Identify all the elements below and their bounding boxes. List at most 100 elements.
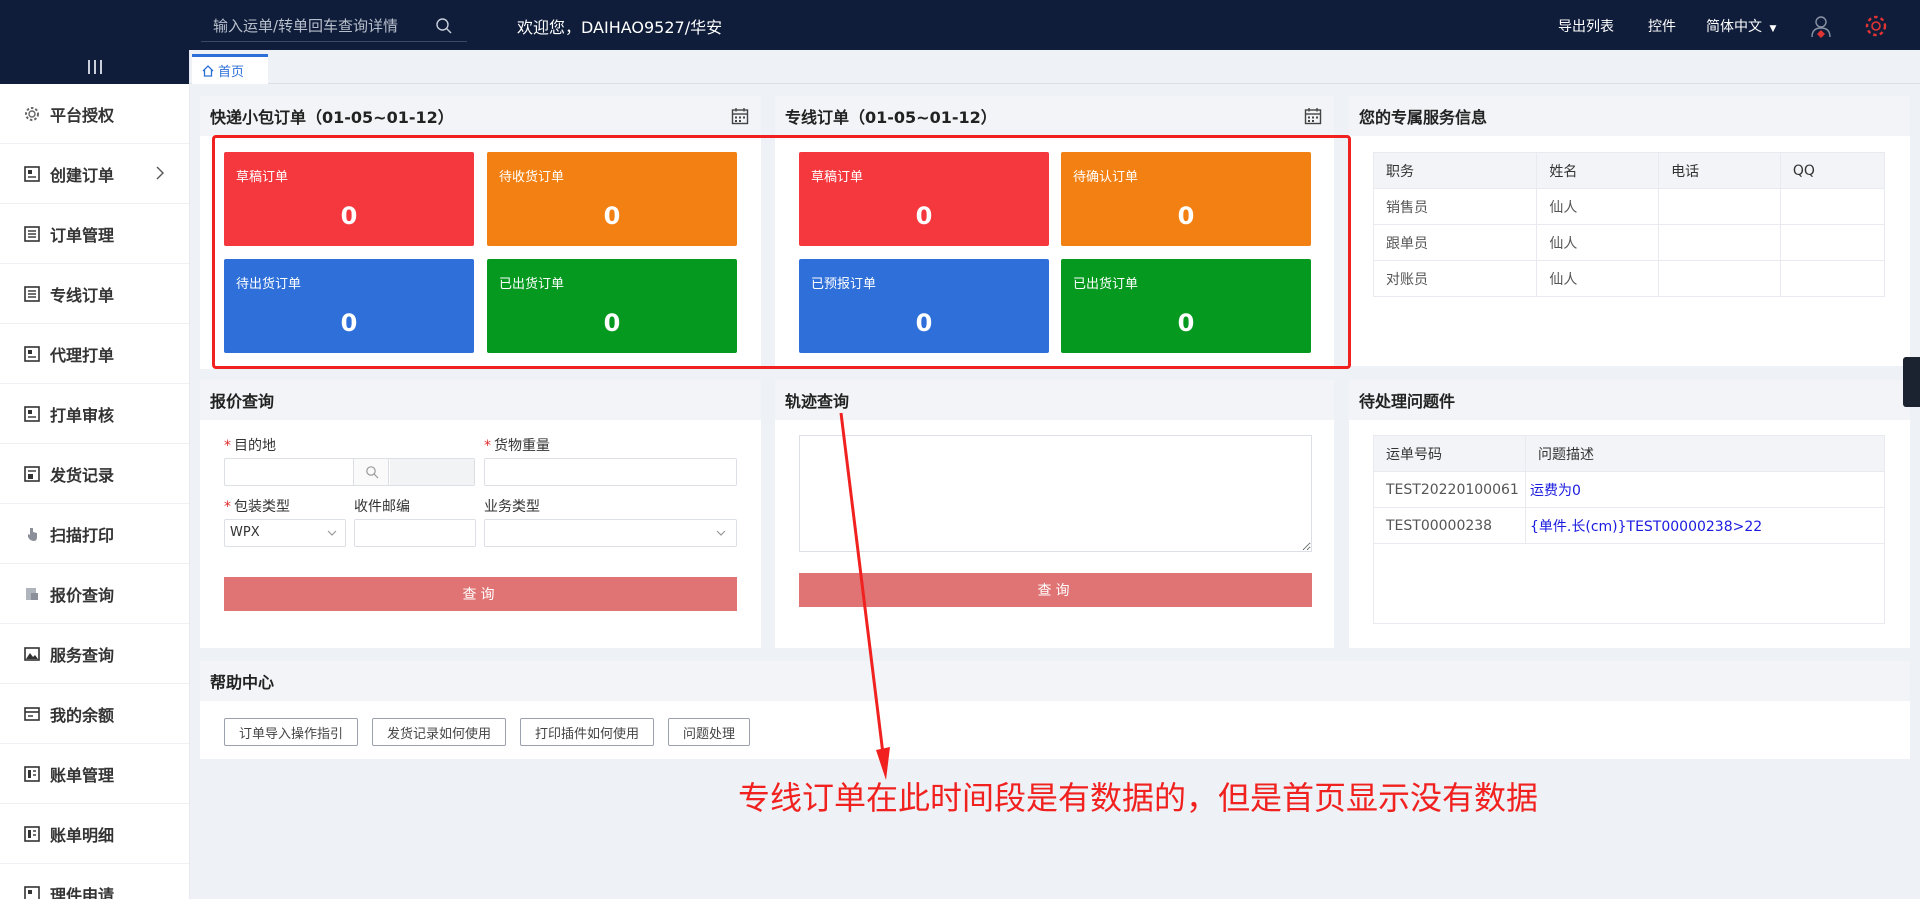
table-cell: 仙人 bbox=[1536, 260, 1660, 297]
draft-orders-tile[interactable]: 草稿订单 0 bbox=[799, 152, 1049, 246]
shipped-orders-tile[interactable]: 已出货订单 0 bbox=[1061, 259, 1311, 353]
sidebar-collapse-toggle[interactable] bbox=[0, 50, 189, 84]
sidebar-item-shipping-records[interactable]: 发货记录 bbox=[0, 444, 189, 504]
table-cell bbox=[1779, 224, 1886, 261]
column-header: QQ bbox=[1779, 152, 1886, 189]
express-orders-panel: 快递小包订单（01-05~01-12） 草稿订单 0 待收货订单 0 待出货订单… bbox=[200, 96, 761, 369]
sidebar-item-label: 打单审核 bbox=[50, 405, 115, 425]
sidebar-item-platform-auth[interactable]: 平台授权 bbox=[0, 84, 189, 144]
language-select[interactable]: 简体中文 ▼ bbox=[1706, 16, 1776, 36]
line-orders-panel: 专线订单（01-05~01-12） 草稿订单 0 待确认订单 0 已预报订单 0… bbox=[775, 96, 1334, 369]
panel-title: 帮助中心 bbox=[200, 661, 1910, 701]
sidebar-item-scan-print[interactable]: 扫描打印 bbox=[0, 504, 189, 564]
pending-shipment-orders-tile[interactable]: 待出货订单 0 bbox=[224, 259, 474, 353]
sidebar-item-label: 代理打单 bbox=[50, 345, 115, 365]
tile-label: 待出货订单 bbox=[236, 277, 302, 292]
sidebar-item-agent-print[interactable]: 代理打单 bbox=[0, 324, 189, 384]
tile-count: 0 bbox=[1177, 309, 1195, 337]
express-orders-title: 快递小包订单（01-05~01-12） bbox=[210, 108, 454, 127]
destination-label-text: 目的地 bbox=[234, 438, 276, 454]
side-scroll-handle[interactable] bbox=[1903, 357, 1920, 407]
sidebar: 平台授权 创建订单 订单管理 专线订单 代理打单 打单审核 发货记录 扫描打印 … bbox=[0, 50, 190, 899]
quote-query-button[interactable]: 查询 bbox=[224, 577, 737, 611]
export-list-link[interactable]: 导出列表 bbox=[1558, 16, 1614, 36]
sidebar-item-my-balance[interactable]: 我的余额 bbox=[0, 684, 189, 744]
search-icon[interactable] bbox=[435, 17, 453, 35]
tab-home[interactable]: 首页 bbox=[192, 54, 268, 84]
table-row: TEST00000238 {单件.长(cm)}TEST00000238>22 bbox=[1373, 507, 1885, 544]
calendar-icon[interactable] bbox=[1304, 107, 1322, 125]
issue-description-link[interactable]: 运费为0 bbox=[1525, 471, 1885, 508]
panel-title: 专线订单（01-05~01-12） bbox=[775, 96, 1334, 136]
tile-label: 草稿订单 bbox=[236, 170, 289, 185]
sidebar-item-label: 报价查询 bbox=[50, 585, 115, 605]
calendar-icon[interactable] bbox=[731, 107, 749, 125]
tab-label: 首页 bbox=[218, 65, 245, 80]
form-icon bbox=[24, 405, 40, 422]
table-header-row: 职务 姓名 电话 QQ bbox=[1372, 152, 1886, 189]
tile-count: 0 bbox=[340, 202, 358, 230]
pending-confirm-orders-tile[interactable]: 待确认订单 0 bbox=[1061, 152, 1311, 246]
package-type-label-text: 包装类型 bbox=[234, 499, 290, 515]
user-icon[interactable] bbox=[1808, 13, 1834, 39]
shipped-orders-tile[interactable]: 已出货订单 0 bbox=[487, 259, 737, 353]
draft-orders-tile[interactable]: 草稿订单 0 bbox=[224, 152, 474, 246]
sidebar-item-label: 理件申请 bbox=[50, 885, 115, 899]
help-order-import-guide-button[interactable]: 订单导入操作指引 bbox=[224, 718, 359, 746]
sidebar-item-label: 平台授权 bbox=[50, 105, 115, 125]
gear-icon bbox=[25, 106, 39, 121]
help-issue-handling-button[interactable]: 问题处理 bbox=[668, 718, 751, 746]
sidebar-item-quote-query[interactable]: 报价查询 bbox=[0, 564, 189, 624]
sidebar-item-bill-management[interactable]: 账单管理 bbox=[0, 744, 189, 804]
settings-gear-icon[interactable] bbox=[1863, 13, 1889, 39]
destination-input[interactable] bbox=[224, 458, 475, 486]
weight-label-text: 货物重量 bbox=[494, 438, 550, 454]
sidebar-item-line-orders[interactable]: 专线订单 bbox=[0, 264, 189, 324]
chevron-down-icon bbox=[716, 530, 726, 536]
help-shipping-records-button[interactable]: 发货记录如何使用 bbox=[372, 718, 507, 746]
service-contacts-table: 职务 姓名 电话 QQ 销售员 仙人 跟单员 仙人 对账员 仙人 bbox=[1372, 152, 1886, 297]
pending-receipt-orders-tile[interactable]: 待收货订单 0 bbox=[487, 152, 737, 246]
sidebar-item-order-management[interactable]: 订单管理 bbox=[0, 204, 189, 264]
business-type-select[interactable] bbox=[484, 519, 737, 547]
package-type-select[interactable]: WPX bbox=[224, 519, 346, 547]
sidebar-item-bill-details[interactable]: 账单明细 bbox=[0, 804, 189, 864]
sidebar-item-print-review[interactable]: 打单审核 bbox=[0, 384, 189, 444]
forecast-orders-tile[interactable]: 已预报订单 0 bbox=[799, 259, 1049, 353]
table-cell bbox=[1779, 260, 1886, 297]
annotation-arrow-icon bbox=[839, 412, 890, 780]
tile-label: 待收货订单 bbox=[499, 170, 565, 185]
tile-count: 0 bbox=[603, 202, 621, 230]
destination-search-button[interactable] bbox=[353, 459, 389, 485]
table-empty-row bbox=[1373, 543, 1885, 624]
sidebar-item-label: 账单管理 bbox=[50, 765, 115, 785]
form-icon bbox=[24, 165, 40, 182]
caret-down-icon: ▼ bbox=[1769, 24, 1777, 34]
list-icon bbox=[24, 285, 40, 302]
weight-input[interactable] bbox=[484, 458, 737, 486]
required-mark: * bbox=[484, 438, 491, 454]
tile-count: 0 bbox=[915, 202, 933, 230]
panel-title: 您的专属服务信息 bbox=[1349, 96, 1910, 136]
chevron-down-icon bbox=[327, 530, 337, 536]
sidebar-item-service-query[interactable]: 服务查询 bbox=[0, 624, 189, 684]
table-cell bbox=[1658, 224, 1781, 261]
table-cell: 跟单员 bbox=[1372, 224, 1538, 261]
top-bar: 欢迎您，DAIHAO9527/华安 导出列表 控件 简体中文 ▼ bbox=[0, 0, 1920, 50]
issue-description-link[interactable]: {单件.长(cm)}TEST00000238>22 bbox=[1525, 507, 1885, 544]
help-print-plugin-button[interactable]: 打印插件如何使用 bbox=[520, 718, 655, 746]
column-header: 问题描述 bbox=[1525, 435, 1885, 472]
tile-label: 已出货订单 bbox=[499, 277, 565, 292]
postcode-input[interactable] bbox=[354, 519, 476, 547]
sidebar-item-claim-request[interactable]: 理件申请 bbox=[0, 864, 189, 899]
pending-issues-panel: 待处理问题件 运单号码 问题描述 TEST20220100061 运费为0 TE… bbox=[1349, 380, 1910, 648]
controls-link[interactable]: 控件 bbox=[1648, 16, 1676, 36]
package-type-value: WPX bbox=[230, 525, 260, 540]
home-icon bbox=[202, 64, 214, 77]
welcome-text: 欢迎您，DAIHAO9527/华安 bbox=[517, 18, 723, 37]
sidebar-item-create-order[interactable]: 创建订单 bbox=[0, 144, 189, 204]
waybill-number-cell: TEST00000238 bbox=[1373, 507, 1526, 544]
waybill-search-input[interactable] bbox=[201, 12, 433, 40]
panel-title: 快递小包订单（01-05~01-12） bbox=[200, 96, 761, 136]
sidebar-item-label: 创建订单 bbox=[50, 165, 115, 185]
